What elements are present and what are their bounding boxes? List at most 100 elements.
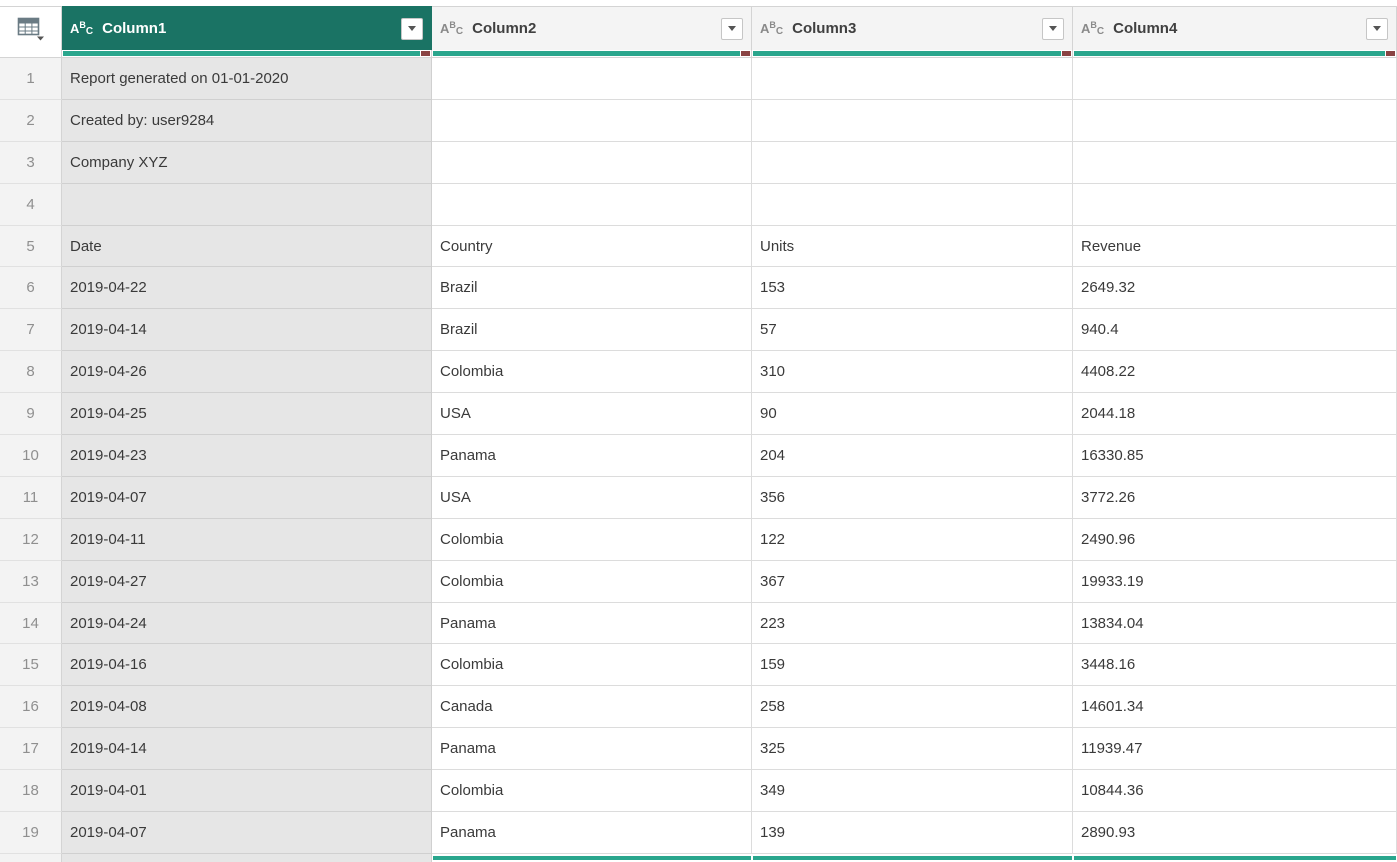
filter-button[interactable] <box>721 17 743 40</box>
table-cell[interactable]: 223 <box>752 602 1073 645</box>
table-cell[interactable]: 159 <box>752 644 1073 687</box>
filter-button[interactable] <box>1042 17 1064 40</box>
table-cell[interactable]: Panama <box>432 435 752 477</box>
table-cell[interactable]: Colombia <box>432 560 752 603</box>
table-cell[interactable]: 325 <box>752 728 1073 771</box>
table-cell[interactable]: 2019-04-07 <box>62 812 432 854</box>
table-cell[interactable]: 2649.32 <box>1073 267 1397 310</box>
table-cell[interactable]: 2044.18 <box>1073 393 1397 436</box>
column-header-column2[interactable]: ABC Column2 <box>432 6 752 50</box>
table-cell[interactable]: 90 <box>752 393 1073 436</box>
table-cell[interactable]: Brazil <box>432 309 752 352</box>
table-cell[interactable]: 2019-04-26 <box>62 351 432 394</box>
table-cell[interactable]: Country <box>432 225 752 268</box>
table-cell[interactable]: 2019-04-07 <box>62 476 432 519</box>
table-cell[interactable]: 349 <box>752 770 1073 813</box>
table-cell[interactable]: 204 <box>752 435 1073 477</box>
row-number: 3 <box>0 141 62 184</box>
table-cell[interactable]: USA <box>432 476 752 519</box>
table-icon <box>17 17 44 40</box>
filter-button[interactable] <box>1366 17 1388 40</box>
table-corner-menu[interactable] <box>0 6 62 50</box>
table-cell[interactable]: Report generated on 01-01-2020 <box>62 58 432 100</box>
table-cell[interactable]: 2019-04-16 <box>62 644 432 687</box>
table-cell[interactable]: 13834.04 <box>1073 602 1397 645</box>
table-cell[interactable]: 153 <box>752 267 1073 310</box>
table-cell[interactable]: 940.4 <box>1073 309 1397 352</box>
table-cell[interactable]: Panama <box>432 812 752 854</box>
table-cell[interactable]: 16330.85 <box>1073 435 1397 477</box>
table-cell[interactable]: 2019-04-01 <box>62 770 432 813</box>
partial-row-cell <box>752 853 1073 862</box>
row-number: 14 <box>0 602 62 645</box>
table-cell[interactable]: Canada <box>432 686 752 729</box>
table-cell[interactable]: Colombia <box>432 770 752 813</box>
table-cell[interactable]: 2019-04-14 <box>62 309 432 352</box>
table-cell[interactable]: 367 <box>752 560 1073 603</box>
row-number: 9 <box>0 393 62 436</box>
table-cell[interactable]: Date <box>62 225 432 268</box>
filter-button[interactable] <box>401 17 423 40</box>
table-cell[interactable] <box>752 99 1073 142</box>
table-cell[interactable]: 356 <box>752 476 1073 519</box>
column-header-column1[interactable]: ABC Column1 <box>62 6 432 50</box>
column-quality-bar <box>62 50 432 58</box>
table-cell[interactable]: 139 <box>752 812 1073 854</box>
row-number: 1 <box>0 58 62 100</box>
table-cell[interactable]: 19933.19 <box>1073 560 1397 603</box>
table-cell[interactable]: Brazil <box>432 267 752 310</box>
table-cell[interactable]: 2890.93 <box>1073 812 1397 854</box>
table-cell[interactable]: 2019-04-11 <box>62 518 432 561</box>
table-cell[interactable]: Created by: user9284 <box>62 99 432 142</box>
table-cell[interactable]: 2019-04-27 <box>62 560 432 603</box>
row-number: 18 <box>0 770 62 813</box>
table-cell[interactable] <box>432 141 752 184</box>
table-cell[interactable]: 2019-04-22 <box>62 267 432 310</box>
table-cell[interactable]: 122 <box>752 518 1073 561</box>
table-cell[interactable]: Colombia <box>432 351 752 394</box>
corner-dropdown-icon <box>36 36 44 40</box>
table-cell[interactable] <box>432 183 752 226</box>
table-cell[interactable]: 3772.26 <box>1073 476 1397 519</box>
table-cell[interactable]: 14601.34 <box>1073 686 1397 729</box>
table-cell[interactable] <box>752 58 1073 100</box>
column-header-label: Column1 <box>102 20 167 37</box>
table-cell[interactable]: 2490.96 <box>1073 518 1397 561</box>
table-cell[interactable] <box>752 183 1073 226</box>
table-cell[interactable]: Revenue <box>1073 225 1397 268</box>
table-cell[interactable] <box>432 99 752 142</box>
table-cell[interactable] <box>1073 183 1397 226</box>
table-cell[interactable]: 2019-04-25 <box>62 393 432 436</box>
row-number: 5 <box>0 225 62 268</box>
table-cell[interactable]: Units <box>752 225 1073 268</box>
table-cell[interactable]: 11939.47 <box>1073 728 1397 771</box>
table-cell[interactable]: Colombia <box>432 644 752 687</box>
table-cell[interactable] <box>1073 99 1397 142</box>
table-cell[interactable] <box>62 183 432 226</box>
row-number: 10 <box>0 435 62 477</box>
table-cell[interactable]: 2019-04-14 <box>62 728 432 771</box>
column-header-column4[interactable]: ABC Column4 <box>1073 6 1397 50</box>
table-cell[interactable]: 2019-04-23 <box>62 435 432 477</box>
table-cell[interactable] <box>1073 58 1397 100</box>
table-cell[interactable]: Panama <box>432 602 752 645</box>
table-cell[interactable]: 310 <box>752 351 1073 394</box>
column-header-label: Column4 <box>1113 20 1178 37</box>
table-cell[interactable]: 2019-04-24 <box>62 602 432 645</box>
table-cell[interactable]: USA <box>432 393 752 436</box>
table-cell[interactable]: 10844.36 <box>1073 770 1397 813</box>
table-cell[interactable]: Company XYZ <box>62 141 432 184</box>
column-header-column3[interactable]: ABC Column3 <box>752 6 1073 50</box>
table-cell[interactable]: 3448.16 <box>1073 644 1397 687</box>
table-cell[interactable]: Panama <box>432 728 752 771</box>
table-cell[interactable]: 57 <box>752 309 1073 352</box>
table-cell[interactable] <box>752 141 1073 184</box>
table-cell[interactable] <box>1073 141 1397 184</box>
quality-strip-corner <box>0 50 62 58</box>
table-cell[interactable]: 2019-04-08 <box>62 686 432 729</box>
text-type-icon: ABC <box>760 19 784 37</box>
table-cell[interactable]: 258 <box>752 686 1073 729</box>
table-cell[interactable]: 4408.22 <box>1073 351 1397 394</box>
table-cell[interactable] <box>432 58 752 100</box>
table-cell[interactable]: Colombia <box>432 518 752 561</box>
